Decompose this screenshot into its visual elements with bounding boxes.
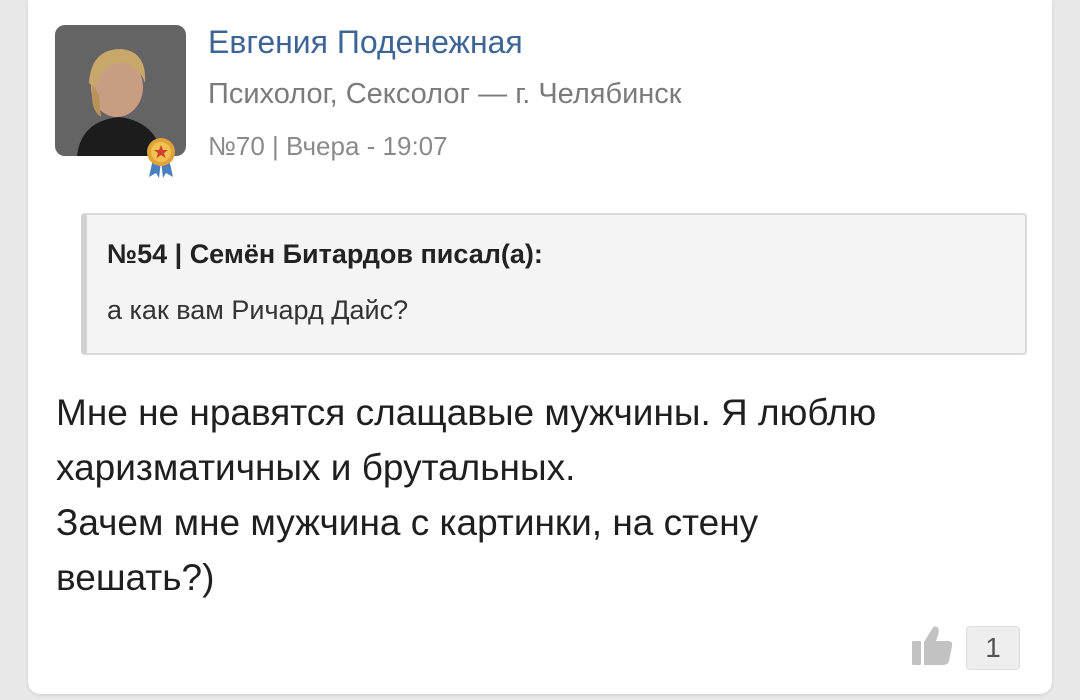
award-medal-icon <box>143 137 179 179</box>
post-meta: №70 | Вчера - 19:07 <box>208 131 448 161</box>
post-body-line: харизматичных и брутальных. <box>56 447 576 488</box>
quote-block: №54 | Семён Битардов писал(а): а как вам… <box>81 213 1027 355</box>
post-body: Мне не нравятся слащавые мужчины. Я любл… <box>56 385 1036 605</box>
post-card: Евгения Поденежная Психолог, Сексолог — … <box>28 0 1052 694</box>
author-title: Психолог, Сексолог — г. Челябинск <box>208 78 682 110</box>
quote-text: а как вам Ричард Дайс? <box>107 295 409 325</box>
like-count[interactable]: 1 <box>966 626 1020 670</box>
author-name[interactable]: Евгения Поденежная <box>208 24 523 61</box>
post-body-line: Мне не нравятся слащавые мужчины. Я любл… <box>56 392 877 433</box>
thumbs-up-icon[interactable] <box>910 623 956 667</box>
post-body-line: Зачем мне мужчина с картинки, на стену <box>56 502 759 543</box>
post-body-line: вешать?) <box>56 557 215 598</box>
quote-header[interactable]: №54 | Семён Битардов писал(а): <box>107 239 543 270</box>
